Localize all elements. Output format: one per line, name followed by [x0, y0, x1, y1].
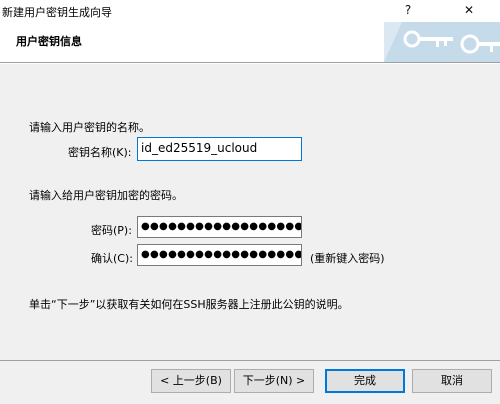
confirm-password-input[interactable]: ●●●●●●●●●●●●●●●●●●●●●●●●●● — [137, 244, 302, 266]
confirm-label: 确认(C): — [91, 252, 133, 265]
footer-divider — [0, 360, 500, 361]
password-input[interactable]: ●●●●●●●●●●●●●●●●●●●●●●●●●● — [137, 216, 302, 238]
name-prompt: 请输入用户密钥的名称。 — [29, 121, 150, 134]
password-label: 密码(P): — [91, 224, 132, 237]
next-button[interactable]: 下一步(N) > — [234, 369, 314, 393]
close-icon[interactable]: ✕ — [462, 3, 476, 17]
key-name-input[interactable]: id_ed25519_ucloud — [137, 137, 302, 161]
window-title: 新建用户密钥生成向导 — [2, 6, 112, 19]
header-divider-highlight — [0, 63, 500, 64]
finish-button[interactable]: 完成 — [325, 369, 405, 393]
title-bar: 新建用户密钥生成向导 ? ✕ — [0, 0, 500, 22]
help-icon[interactable]: ? — [401, 3, 415, 17]
retype-hint: (重新键入密码) — [310, 252, 385, 265]
wizard-header: 用户密钥信息 — [0, 22, 500, 62]
page-title: 用户密钥信息 — [16, 35, 82, 48]
password-prompt: 请输入给用户密钥加密的密码。 — [29, 189, 183, 202]
info-text: 单击“下一步”以获取有关如何在SSH服务器上注册此公钥的说明。 — [29, 298, 349, 311]
back-button[interactable]: < 上一步(B) — [151, 369, 231, 393]
key-name-label: 密钥名称(K): — [68, 146, 132, 159]
key-banner-icon — [384, 22, 500, 62]
cancel-button[interactable]: 取消 — [412, 369, 492, 393]
